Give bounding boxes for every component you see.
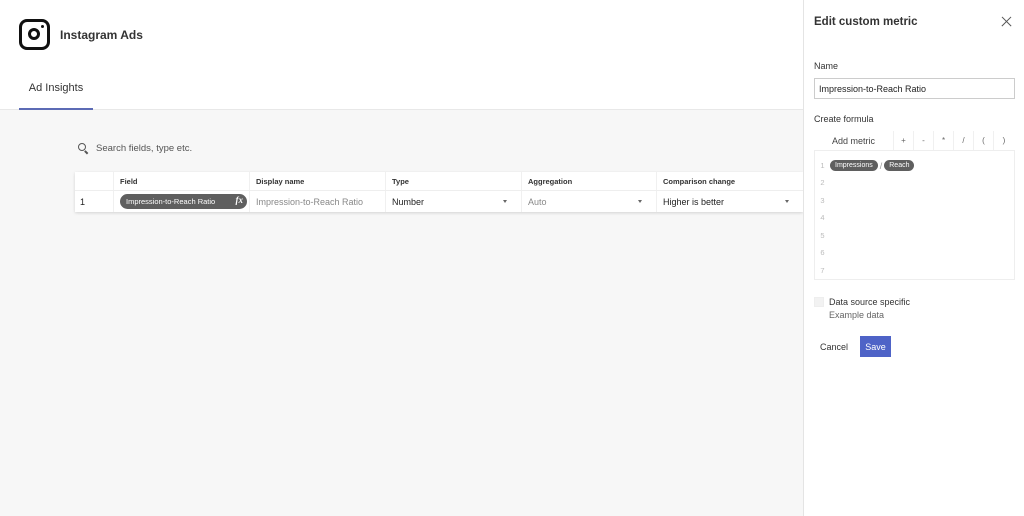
line-number: 1 <box>820 161 825 170</box>
cancel-button[interactable]: Cancel <box>814 336 855 357</box>
name-label: Name <box>814 61 839 71</box>
search-input[interactable] <box>96 143 296 154</box>
column-header-comparison: Comparison change <box>663 176 736 186</box>
column-header-aggregation: Aggregation <box>522 172 657 190</box>
plus-operator-button[interactable]: + <box>894 131 914 150</box>
formula-toolbar: Add metric + - * / ( ) <box>814 131 1015 151</box>
line-number: 6 <box>820 248 825 257</box>
fields-table: Field Display name Type Aggregation Comp… <box>75 172 803 212</box>
close-paren-button[interactable]: ) <box>994 131 1014 150</box>
aggregation-select[interactable]: Auto <box>522 191 657 212</box>
formula-editor[interactable]: 1 Impressions / Reach 2 3 4 5 6 7 <box>814 151 1015 280</box>
field-cell: Impression-to-Reach Ratio fx <box>114 191 250 212</box>
formula-icon[interactable]: fx <box>236 195 244 205</box>
save-button[interactable]: Save <box>860 336 891 357</box>
table-header: Field Display name Type Aggregation Comp… <box>75 172 803 191</box>
metric-chip-impressions[interactable]: Impressions <box>830 160 878 171</box>
column-header-type: Type <box>386 172 522 190</box>
editor-line: 7 <box>815 262 1014 279</box>
chevron-down-icon <box>638 200 642 203</box>
name-input[interactable] <box>814 78 1015 99</box>
metric-chip-reach[interactable]: Reach <box>884 160 915 171</box>
type-value: Number <box>392 196 425 207</box>
editor-line: 6 <box>815 244 1014 261</box>
comparison-select[interactable]: Higher is better <box>657 191 803 212</box>
app-header: Instagram Ads Ad Insights <box>0 0 803 110</box>
table-row: 1 Impression-to-Reach Ratio fx Impressio… <box>75 191 803 212</box>
search-icon <box>78 143 89 154</box>
divide-operator-button[interactable]: / <box>954 131 974 150</box>
app-title: Instagram Ads <box>60 28 143 42</box>
formula-label: Create formula <box>814 114 874 124</box>
field-pill[interactable]: Impression-to-Reach Ratio fx <box>120 194 247 209</box>
chevron-down-icon <box>785 200 789 203</box>
tab-ad-insights[interactable]: Ad Insights <box>19 78 93 110</box>
example-data-label: Example data <box>829 310 885 320</box>
search-bar <box>78 143 296 154</box>
close-icon[interactable] <box>1001 16 1012 27</box>
display-name-cell[interactable]: Impression-to-Reach Ratio <box>250 191 386 212</box>
data-source-specific-checkbox[interactable] <box>814 297 824 307</box>
aggregation-value: Auto <box>528 196 547 207</box>
line-number: 4 <box>820 213 825 222</box>
edit-metric-panel: Edit custom metric Name Create formula A… <box>803 0 1024 516</box>
editor-line: 3 <box>815 192 1014 209</box>
line-number: 3 <box>820 196 825 205</box>
add-metric-button[interactable]: Add metric <box>814 131 894 150</box>
panel-title: Edit custom metric <box>814 16 918 28</box>
field-name: Impression-to-Reach Ratio <box>126 197 216 206</box>
row-index: 1 <box>75 191 114 212</box>
open-paren-button[interactable]: ( <box>974 131 994 150</box>
line-number: 5 <box>820 231 825 240</box>
minus-operator-button[interactable]: - <box>914 131 934 150</box>
editor-line: 2 <box>815 174 1014 191</box>
line-number: 2 <box>820 178 825 187</box>
data-source-specific-label: Data source specific <box>829 297 911 307</box>
editor-line: 1 Impressions / Reach <box>815 157 1014 174</box>
column-header-display-name: Display name <box>250 172 386 190</box>
line-number: 7 <box>820 266 825 275</box>
chevron-down-icon <box>503 200 507 203</box>
column-header-field: Field <box>114 172 250 190</box>
comparison-value: Higher is better <box>663 196 725 207</box>
type-select[interactable]: Number <box>386 191 522 212</box>
instagram-icon <box>19 19 50 50</box>
formula-operator: / <box>879 160 883 171</box>
multiply-operator-button[interactable]: * <box>934 131 954 150</box>
editor-line: 4 <box>815 209 1014 226</box>
column-header-index <box>75 172 114 190</box>
editor-line: 5 <box>815 227 1014 244</box>
